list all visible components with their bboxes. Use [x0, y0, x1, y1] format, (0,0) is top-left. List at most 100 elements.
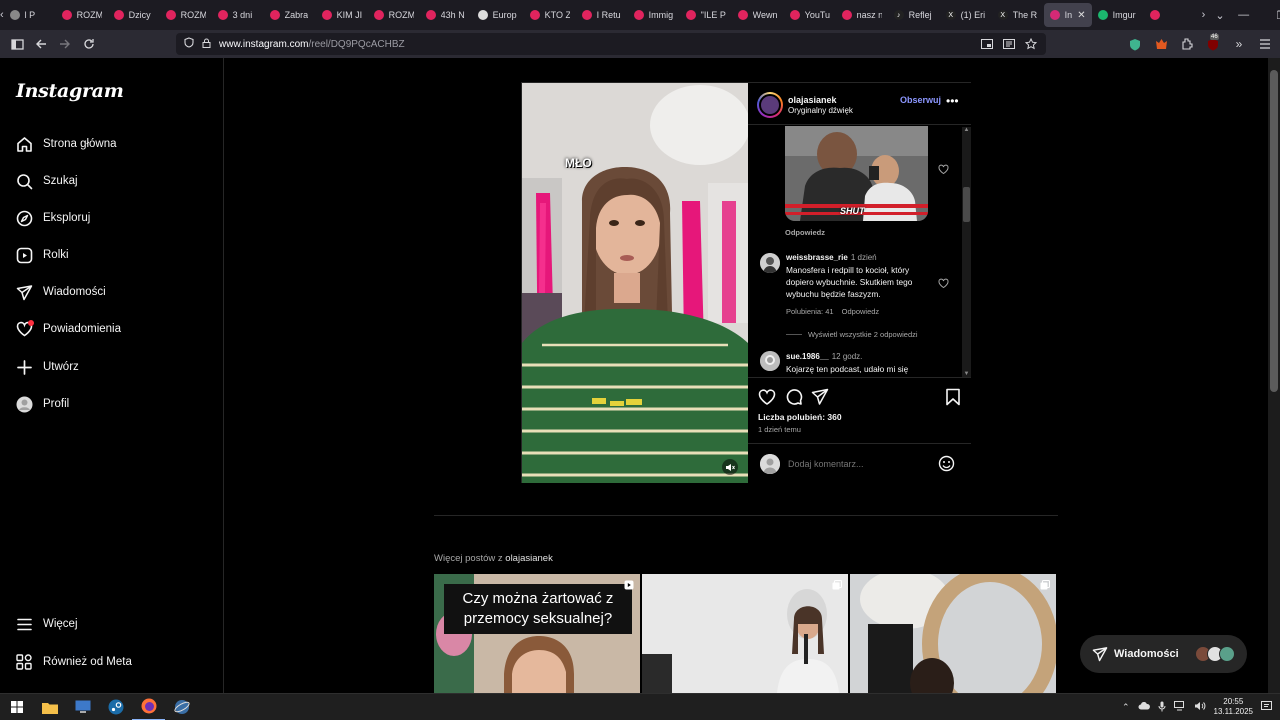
nav-item-search[interactable]: Szukaj	[15, 168, 78, 194]
bookmark-star-icon[interactable]	[1024, 37, 1038, 51]
like-comment-icon[interactable]	[938, 278, 949, 289]
browser-tab[interactable]: ♪ Reflej	[888, 3, 940, 27]
comment-avatar[interactable]	[760, 351, 780, 371]
browser-tab[interactable]: ROZM	[56, 3, 108, 27]
author-username[interactable]: olajasianek	[788, 95, 837, 105]
view-replies-button[interactable]: Wyświetl wszystkie 2 odpowiedzi	[786, 330, 918, 339]
nav-item-also-from-meta[interactable]: Również od Meta	[15, 649, 132, 675]
tracking-shield-icon[interactable]	[184, 37, 194, 51]
more-options-icon[interactable]: •••	[946, 94, 959, 108]
browser-tab-active[interactable]: Inst ✕	[1043, 3, 1092, 27]
nav-item-reels[interactable]: Rolki	[15, 242, 69, 268]
taskbar-clock[interactable]: 20:55 13.11.2025	[1214, 697, 1253, 717]
reel-video[interactable]: MŁO	[522, 83, 748, 483]
nav-item-more[interactable]: Więcej	[15, 611, 78, 637]
list-all-tabs-icon[interactable]: ⌄	[1215, 9, 1224, 22]
author-avatar[interactable]	[757, 92, 783, 118]
nav-item-explore[interactable]: Eksploruj	[15, 205, 90, 231]
comments-list[interactable]: SHUT Odpowiedz weissbrasse_rie 1 dzień Ma…	[748, 126, 971, 376]
comment-username[interactable]: weissbrasse_rie 1 dzień	[786, 253, 877, 262]
page-scroll-thumb[interactable]	[1270, 70, 1278, 392]
steam-icon[interactable]	[99, 694, 132, 720]
back-icon[interactable]	[29, 32, 53, 56]
nav-item-messages[interactable]: Wiadomości	[15, 279, 106, 305]
browser-tab[interactable]: l P	[4, 3, 56, 27]
browser-tab[interactable]: X The R	[992, 3, 1044, 27]
nav-item-home[interactable]: Strona główna	[15, 131, 117, 157]
more-posts-user[interactable]: olajasianek	[505, 553, 553, 564]
monitor-app-icon[interactable]	[66, 694, 99, 720]
vpn-shield-icon[interactable]	[1128, 37, 1142, 51]
likes-count[interactable]: Liczba polubień: 360	[758, 412, 842, 422]
tray-overflow-icon[interactable]: ⌃	[1122, 702, 1130, 713]
scroll-up-icon[interactable]: ▲	[963, 127, 970, 133]
save-bookmark-icon[interactable]	[944, 388, 962, 406]
comments-scroll-thumb[interactable]	[963, 187, 970, 222]
browser-tab[interactable]: X (1) Eri	[940, 3, 992, 27]
reply-button[interactable]: Odpowiedz	[785, 228, 825, 237]
more-post-thumbnail[interactable]	[850, 574, 1056, 693]
page-scrollbar[interactable]	[1268, 58, 1280, 693]
browser-tab[interactable]: "ILE P	[680, 3, 732, 27]
cloud-icon[interactable]	[1138, 701, 1150, 712]
more-tools-icon[interactable]: »	[1232, 37, 1246, 51]
reload-icon[interactable]	[77, 32, 101, 56]
firefox-icon[interactable]	[132, 694, 165, 720]
browser-tab[interactable]: ROZM	[160, 3, 212, 27]
notifications-icon[interactable]	[1261, 700, 1272, 714]
audio-label[interactable]: Oryginalny dźwięk	[788, 106, 853, 115]
app-icon[interactable]	[165, 694, 198, 720]
extensions-icon[interactable]	[1180, 37, 1194, 51]
comment-reply-button[interactable]: Odpowiedz	[842, 307, 880, 316]
mute-icon[interactable]	[722, 459, 738, 475]
browser-tab[interactable]: I Retu	[576, 3, 628, 27]
share-icon[interactable]	[811, 388, 829, 406]
comment-likes[interactable]: Polubienia: 41	[786, 307, 834, 316]
browser-tab[interactable]: Wewn	[732, 3, 784, 27]
more-post-thumbnail[interactable]: Czy można żartować z przemocy seksualnej…	[434, 574, 640, 693]
network-icon[interactable]	[1173, 701, 1186, 713]
browser-tab[interactable]: ROZM	[368, 3, 420, 27]
ublock-icon[interactable]: 46	[1206, 34, 1220, 51]
windows-start-icon[interactable]	[0, 694, 33, 720]
more-post-thumbnail[interactable]	[642, 574, 848, 693]
nav-item-create[interactable]: Utwórz	[15, 354, 79, 380]
browser-tab[interactable]: 3 dni	[212, 3, 264, 27]
browser-tab[interactable]: Imgur	[1092, 3, 1144, 27]
comment-avatar[interactable]	[760, 253, 780, 273]
browser-tab[interactable]	[1144, 3, 1196, 27]
firefox-relay-icon[interactable]	[1154, 37, 1168, 51]
browser-tab[interactable]: Dzicy	[108, 3, 160, 27]
forward-icon[interactable]	[53, 32, 77, 56]
comments-scrollbar[interactable]: ▲ ▼	[962, 127, 971, 377]
minimize-icon[interactable]: —	[1225, 0, 1263, 30]
browser-tab[interactable]: 43h N	[420, 3, 472, 27]
nav-item-notifications[interactable]: Powiadomienia	[15, 316, 121, 342]
reader-view-icon[interactable]	[1002, 37, 1016, 51]
volume-icon[interactable]	[1194, 701, 1206, 713]
comment-meme-image[interactable]: SHUT	[785, 126, 928, 221]
sidebar-toggle-icon[interactable]	[5, 32, 29, 56]
browser-tab[interactable]: KTO Z	[524, 3, 576, 27]
lock-icon[interactable]	[202, 38, 211, 51]
instagram-logo[interactable]: Instagram	[16, 80, 124, 102]
nav-item-profile[interactable]: Profil	[15, 391, 69, 417]
microphone-icon[interactable]	[1158, 701, 1166, 714]
file-explorer-icon[interactable]	[33, 694, 66, 720]
browser-tab[interactable]: KIM JI	[316, 3, 368, 27]
browser-tab[interactable]: Europ	[472, 3, 524, 27]
picture-in-picture-icon[interactable]	[980, 37, 994, 51]
follow-button[interactable]: Obserwuj	[900, 95, 941, 105]
tabs-scroll-right-icon[interactable]: ›	[1202, 9, 1206, 21]
browser-tab[interactable]: Zabra	[264, 3, 316, 27]
browser-tab[interactable]: Immig	[628, 3, 680, 27]
like-comment-icon[interactable]	[938, 164, 949, 175]
comment-icon[interactable]	[785, 388, 803, 406]
app-menu-icon[interactable]	[1258, 37, 1272, 51]
browser-tab[interactable]: YouTu	[784, 3, 836, 27]
add-comment-input[interactable]	[788, 459, 928, 469]
emoji-icon[interactable]	[938, 455, 955, 472]
comment-username[interactable]: sue.1986__ 12 godz.	[786, 352, 862, 361]
address-bar[interactable]: www.instagram.com/reel/DQ9PQcACHBZ	[176, 33, 1046, 55]
messages-floating-button[interactable]: Wiadomości	[1080, 635, 1247, 673]
